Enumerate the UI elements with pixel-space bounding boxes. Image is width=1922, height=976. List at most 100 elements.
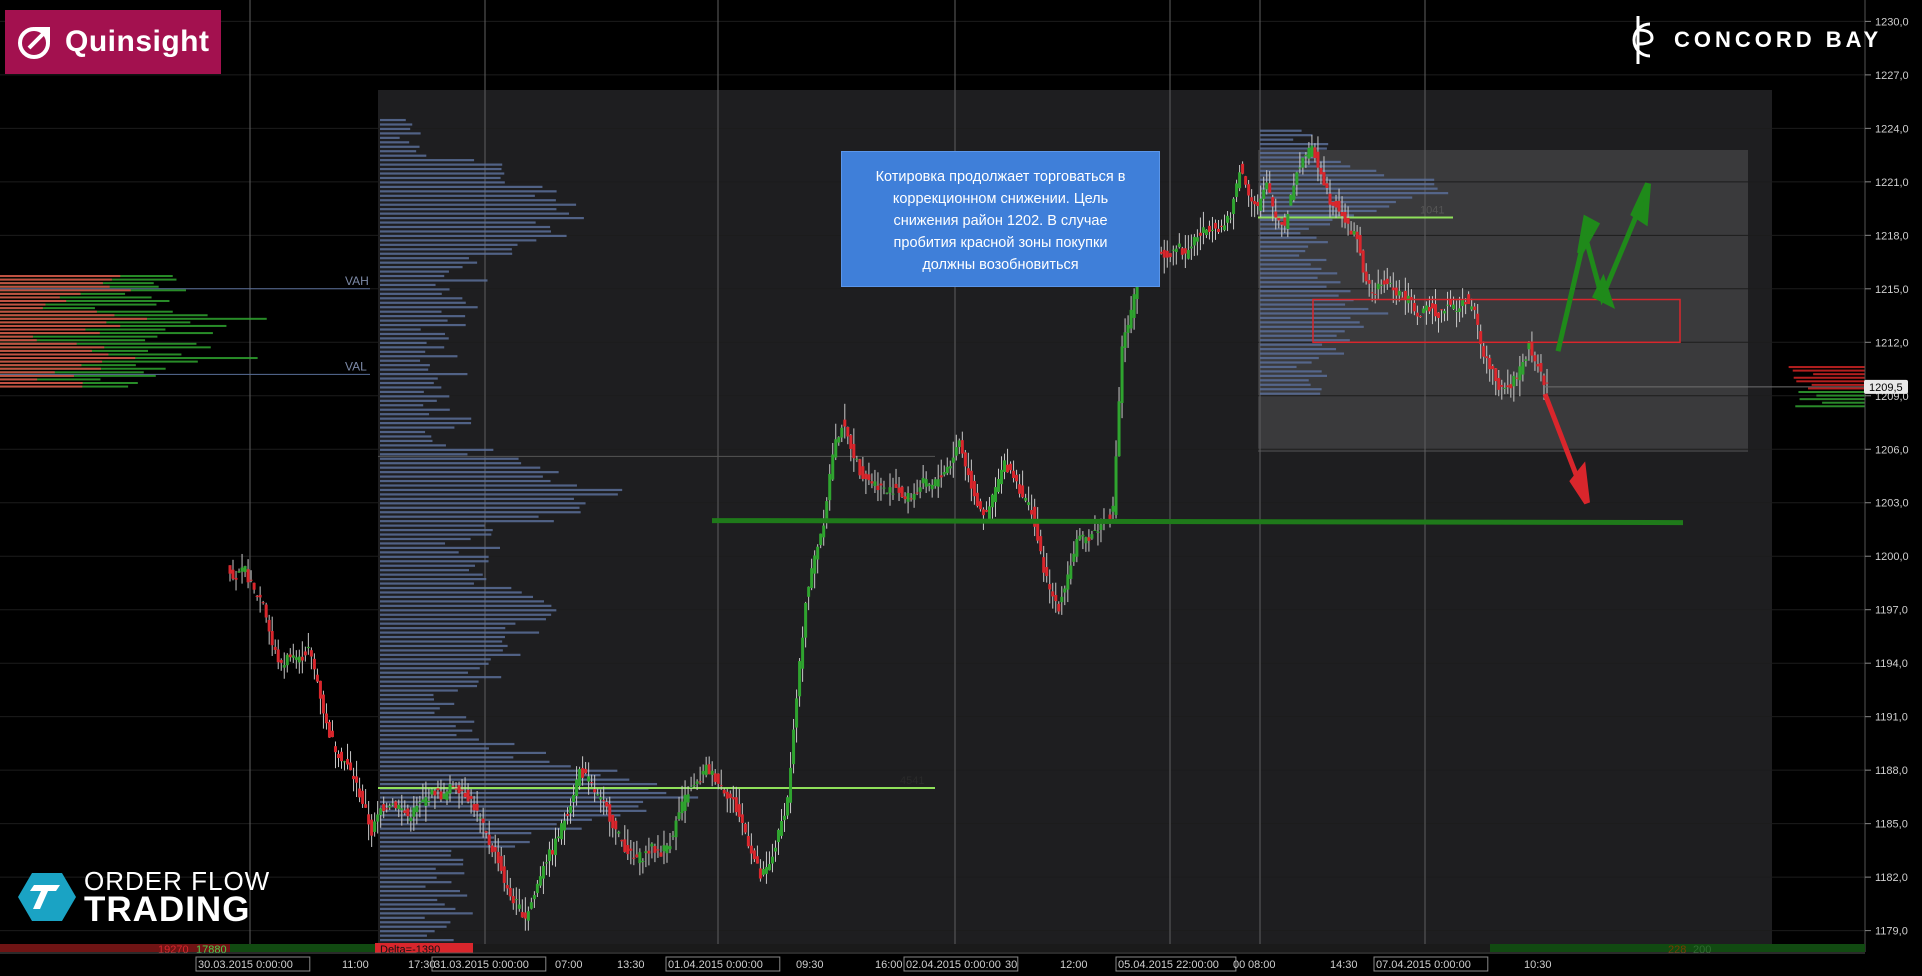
volume-profile-bar	[380, 658, 491, 661]
candle-body	[596, 794, 600, 796]
volume-profile-bar	[380, 595, 534, 599]
volume-profile-bar	[380, 216, 584, 220]
volume-profile-bar	[380, 582, 474, 585]
candle-body	[852, 443, 856, 459]
volume-profile-bar	[380, 439, 433, 443]
time-axis-label: 07:00	[555, 959, 583, 971]
candle-body	[264, 604, 268, 618]
volume-profile-bar	[1260, 249, 1306, 253]
annotation-line: коррекционном снижении. Цель	[892, 191, 1109, 207]
candle-body	[1006, 464, 1010, 473]
price-axis-label: 1200,0	[1875, 551, 1909, 563]
volume-profile-bar	[380, 515, 539, 518]
candle-body	[1334, 200, 1338, 208]
volume-profile-bar	[380, 805, 639, 808]
candle-body	[279, 660, 283, 663]
candle-body	[394, 801, 398, 809]
market-profile-bar	[0, 314, 115, 317]
volume-profile-bar	[380, 141, 410, 144]
volume-profile-bar	[380, 225, 551, 229]
volume-profile-bar	[380, 221, 536, 224]
volume-profile-bar	[380, 381, 434, 385]
volume-profile-bar	[1260, 339, 1350, 342]
candle-body	[466, 789, 470, 802]
candle-body	[1322, 172, 1326, 186]
candle-body	[903, 496, 907, 500]
volume-profile-bar	[1260, 160, 1341, 164]
forecast-annotation: Котировка продолжает торговаться в корре…	[841, 151, 1160, 287]
candle-body	[737, 804, 741, 817]
candle-body	[1536, 363, 1540, 367]
candle-body	[1033, 506, 1037, 527]
volume-profile-bar	[380, 328, 421, 331]
candle-body	[810, 568, 814, 588]
volume-profile-bar	[380, 720, 475, 723]
volume-profile-bar	[380, 323, 466, 327]
candle-body	[252, 582, 256, 590]
candle-body	[807, 586, 811, 597]
volume-profile-bar	[380, 252, 513, 255]
candle-body	[315, 674, 319, 682]
candle-body	[608, 804, 612, 822]
price-chart[interactable]: VAHVAL454110411230,01227,01224,01221,012…	[0, 0, 1922, 976]
candle-body	[1126, 324, 1130, 333]
market-profile-bar	[0, 374, 74, 377]
candle-body	[445, 791, 449, 801]
candle-body	[689, 786, 693, 788]
candle-body	[1268, 183, 1272, 193]
candle-body	[1216, 228, 1220, 232]
volume-profile-bar	[380, 836, 495, 839]
volume-profile-bar	[380, 493, 618, 496]
time-axis-label: 07.04.2015 0:00:00	[1376, 959, 1471, 971]
candle-body	[602, 800, 606, 802]
candle-body	[1229, 218, 1233, 220]
candle-body	[415, 805, 419, 813]
volume-profile-bar	[1260, 134, 1313, 137]
candle-body	[1343, 211, 1347, 223]
candle-body	[1259, 198, 1263, 211]
candle-body	[1379, 284, 1383, 286]
candle-body	[1021, 485, 1025, 498]
candle-body	[1247, 184, 1251, 196]
candle-body	[1506, 385, 1510, 388]
volume-profile-bar	[380, 413, 430, 416]
candle-body	[1060, 596, 1064, 603]
volume-profile-bar	[380, 676, 502, 679]
candle-body	[1015, 474, 1019, 482]
candle-body	[484, 831, 488, 833]
candle-body	[1045, 567, 1049, 577]
candle-body	[1027, 502, 1031, 506]
volume-profile-bar	[380, 270, 449, 273]
candle-body	[520, 912, 524, 918]
volume-profile-bar	[380, 372, 468, 376]
volume-profile-bar	[1260, 205, 1390, 208]
volume-profile-bar	[380, 288, 450, 291]
candle-body	[318, 680, 322, 699]
volume-profile-bar	[380, 274, 445, 278]
candle-body	[553, 838, 557, 856]
candle-body	[801, 637, 805, 669]
candle-body	[1277, 217, 1281, 221]
price-axis-label: 1206,0	[1875, 444, 1909, 456]
volume-profile-bar	[380, 600, 544, 603]
candle-body	[695, 781, 699, 784]
candle-body	[346, 759, 350, 765]
candle-body	[523, 912, 527, 919]
candle-body	[234, 577, 238, 580]
volume-profile-bar	[380, 346, 445, 349]
candle-body	[556, 836, 560, 839]
volume-profile-bar	[380, 390, 424, 394]
candle-body	[792, 729, 796, 765]
candle-body	[246, 569, 250, 583]
candle-body	[481, 818, 485, 823]
volume-profile-bar	[380, 564, 475, 567]
candle-body	[1418, 316, 1422, 318]
market-profile-bar	[0, 364, 82, 367]
candle-body	[303, 651, 307, 656]
candle-body	[439, 791, 443, 800]
volume-profile-bar	[380, 310, 442, 313]
time-axis-label: 13:30	[617, 959, 645, 971]
candle-body	[927, 484, 931, 486]
volume-profile-bar	[1260, 209, 1377, 213]
market-profile-bar	[1795, 405, 1865, 408]
